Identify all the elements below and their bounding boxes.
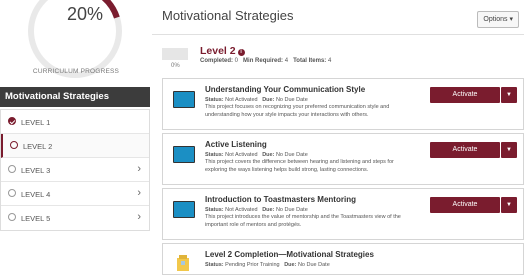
- trophy-icon: [177, 255, 189, 271]
- level-label: LEVEL 2: [23, 142, 53, 151]
- path-title-header: Motivational Strategies: [0, 87, 150, 107]
- total-items-label: Total Items:: [293, 58, 327, 64]
- curriculum-progress-label: CURRICULUM PROGRESS: [32, 68, 120, 75]
- level-label: LEVEL 5: [21, 214, 51, 223]
- sidebar-item-level-2[interactable]: LEVEL 2: [1, 134, 149, 158]
- project-description: This project introduces the value of men…: [205, 214, 401, 228]
- sidebar-item-level-4[interactable]: LEVEL 4 ›: [1, 182, 149, 206]
- level-label: LEVEL 1: [21, 118, 51, 127]
- level-list: LEVEL 1 LEVEL 2 LEVEL 3 › LEVEL 4 › LEVE…: [0, 109, 150, 231]
- sidebar-item-level-1[interactable]: LEVEL 1: [1, 110, 149, 134]
- empty-circle-icon: [8, 189, 16, 197]
- level-progress-bar: [162, 48, 188, 60]
- status-label: Status:: [205, 207, 224, 213]
- due-value: No Due Date: [275, 152, 308, 158]
- level-title: Level 2i: [200, 45, 245, 57]
- due-label: Due:: [284, 262, 297, 268]
- activate-button[interactable]: Activate: [430, 142, 500, 158]
- title-divider: [152, 34, 524, 35]
- project-status: Status: Not Activated Due: No Due Date: [205, 152, 308, 158]
- status-label: Status:: [205, 97, 224, 103]
- monitor-icon: [173, 146, 195, 163]
- project-title[interactable]: Active Listening: [205, 140, 267, 149]
- project-card: Understanding Your Communication Style S…: [162, 78, 524, 130]
- min-required-label: Min Required:: [243, 58, 284, 64]
- check-circle-icon: [8, 117, 16, 125]
- page-title: Motivational Strategies: [162, 8, 294, 23]
- project-status: Status: Not Activated Due: No Due Date: [205, 207, 308, 213]
- completion-status: Status: Pending Prior Training Due: No D…: [205, 262, 330, 268]
- main-content: Motivational Strategies Options ▾ 0% Lev…: [152, 0, 524, 275]
- level-stats: Completed: 0 Min Required: 4 Total Items…: [200, 58, 331, 64]
- status-label: Status:: [205, 262, 224, 268]
- empty-circle-icon: [10, 141, 18, 149]
- total-items-value: 4: [327, 58, 332, 64]
- info-icon[interactable]: i: [237, 49, 245, 56]
- chevron-right-icon: ›: [137, 211, 141, 223]
- project-description: This project focuses on recognizing your…: [205, 104, 390, 118]
- activate-dropdown-button[interactable]: ▼: [501, 197, 517, 213]
- activate-button[interactable]: Activate: [430, 197, 500, 213]
- chevron-right-icon: ›: [137, 163, 141, 175]
- empty-circle-icon: [8, 213, 16, 221]
- caret-down-icon: ▼: [506, 92, 512, 98]
- due-value: No Due Date: [275, 97, 308, 103]
- project-description: This project covers the difference betwe…: [205, 159, 394, 173]
- curriculum-sidebar: 20% CURRICULUM PROGRESS Motivational Str…: [0, 0, 152, 267]
- project-card: Introduction to Toastmasters Mentoring S…: [162, 188, 524, 240]
- empty-circle-icon: [8, 165, 16, 173]
- due-value: No Due Date: [297, 262, 330, 268]
- caret-down-icon: ▼: [506, 147, 512, 153]
- curriculum-progress-percent: 20%: [67, 4, 104, 24]
- project-status: Status: Not Activated Due: No Due Date: [205, 97, 308, 103]
- project-card: Active Listening Status: Not Activated D…: [162, 133, 524, 185]
- caret-down-icon: ▼: [506, 202, 512, 208]
- project-title[interactable]: Introduction to Toastmasters Mentoring: [205, 195, 356, 204]
- activate-dropdown-button[interactable]: ▼: [501, 142, 517, 158]
- status-value: Pending Prior Training: [225, 262, 280, 268]
- due-label: Due:: [262, 97, 275, 103]
- level-progress-percent: 0%: [171, 63, 180, 69]
- sidebar-item-level-5[interactable]: LEVEL 5 ›: [1, 206, 149, 230]
- monitor-icon: [173, 91, 195, 108]
- status-value: Not Activated: [225, 152, 258, 158]
- activate-dropdown-button[interactable]: ▼: [501, 87, 517, 103]
- level-label: LEVEL 3: [21, 166, 51, 175]
- project-title[interactable]: Understanding Your Communication Style: [205, 85, 365, 94]
- status-label: Status:: [205, 152, 224, 158]
- min-required-value: 4: [284, 58, 289, 64]
- status-value: Not Activated: [225, 207, 258, 213]
- due-label: Due:: [262, 152, 275, 158]
- completed-label: Completed:: [200, 58, 233, 64]
- due-label: Due:: [262, 207, 275, 213]
- completion-title[interactable]: Level 2 Completion—Motivational Strategi…: [205, 250, 374, 259]
- activate-button[interactable]: Activate: [430, 87, 500, 103]
- options-button[interactable]: Options ▾: [477, 11, 519, 28]
- level-title-text: Level 2: [200, 45, 236, 57]
- status-value: Not Activated: [225, 97, 258, 103]
- sidebar-item-level-3[interactable]: LEVEL 3 ›: [1, 158, 149, 182]
- monitor-icon: [173, 201, 195, 218]
- level-label: LEVEL 4: [21, 190, 51, 199]
- chevron-right-icon: ›: [137, 187, 141, 199]
- level-completion-card: Level 2 Completion—Motivational Strategi…: [162, 243, 524, 275]
- completed-value: 0: [234, 58, 239, 64]
- due-value: No Due Date: [275, 207, 308, 213]
